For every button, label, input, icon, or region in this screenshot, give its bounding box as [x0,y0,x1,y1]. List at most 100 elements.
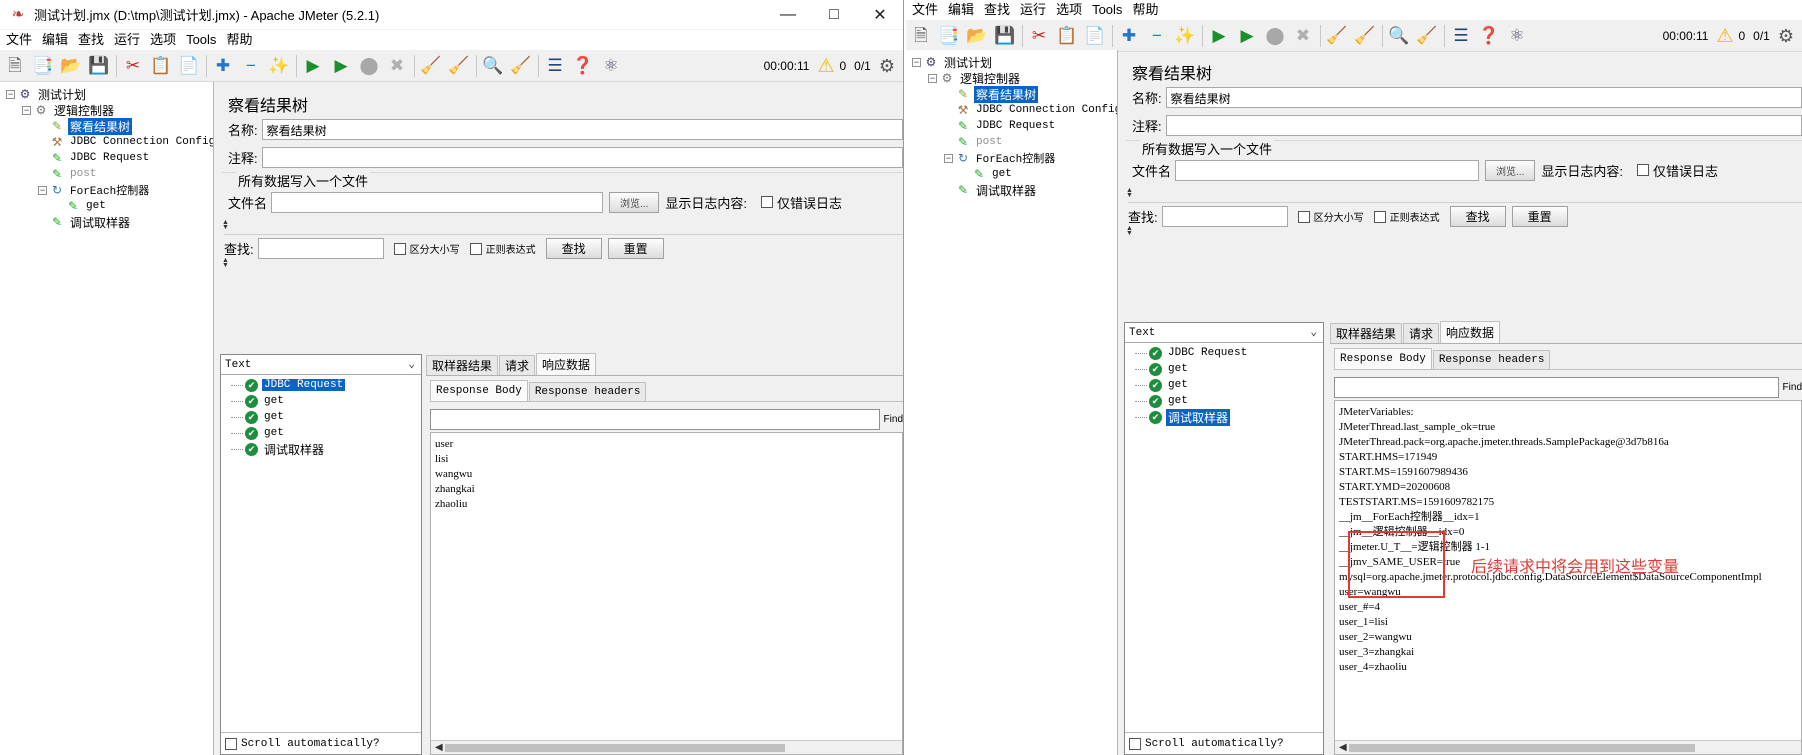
response-find-input[interactable] [430,408,880,430]
function-helper-icon[interactable]: ☰ [1450,25,1472,47]
splitter[interactable]: ▲ ▼ [1122,187,1802,199]
tree-toggle-icon[interactable]: − [928,73,937,83]
splitter-arrows-icon[interactable]: ▲ ▼ [1126,187,1133,199]
splitter-arrows-icon[interactable]: ▲ ▼ [222,257,229,269]
shutdown-icon[interactable]: ✖ [386,55,408,77]
tree-toggle-icon[interactable]: − [944,153,953,163]
browse-button[interactable]: 浏览... [609,191,660,213]
menu-item[interactable]: 帮助 [222,30,258,50]
tree-node[interactable]: ✎ JDBC Request [0,150,213,166]
errors-only-checkbox[interactable] [760,196,773,208]
menu-item[interactable]: 编辑 [944,0,980,20]
scroll-left-icon[interactable]: ◀ [435,741,443,754]
tree-node[interactable]: ⚒ JDBC Connection Configuration [906,102,1117,118]
sample-result-row[interactable]: ✔ get [221,425,421,441]
renderer-select[interactable]: Text ⌄ [221,355,421,375]
menu-item[interactable]: 查找 [980,0,1016,20]
sample-result-row[interactable]: ✔ get [1125,361,1323,377]
tree-node[interactable]: − ⚙ 逻辑控制器 [0,102,213,118]
scrollbar-thumb[interactable] [1349,744,1695,752]
tree-node[interactable]: − ⚙ 测试计划 [0,86,213,102]
sample-result-row[interactable]: ✔ get [1125,393,1323,409]
menu-item[interactable]: Tools [182,30,222,50]
response-body-text[interactable]: user lisi wangwu zhangkai zhaoliu ◀ [430,432,903,755]
response-find-button[interactable]: Find [884,414,903,425]
browse-button[interactable]: 浏览... [1485,159,1536,181]
start-icon[interactable]: ▶ [302,55,324,77]
search-button[interactable]: 查找 [1449,206,1506,227]
sample-result-row[interactable]: ✔ 调试取样器 [221,441,421,457]
new-icon[interactable]: 🗎 [910,25,932,47]
response-find-input[interactable] [1334,376,1779,398]
menu-item[interactable]: 选项 [1052,0,1088,20]
search-input[interactable] [1161,206,1288,227]
scroll-auto-checkbox[interactable] [1129,737,1141,750]
sample-result-row[interactable]: ✔ get [1125,377,1323,393]
collapse-icon[interactable]: − [240,55,262,77]
help-icon[interactable]: ❓ [1478,25,1500,47]
remote-icon[interactable]: ⚛ [1506,25,1528,47]
tree-node[interactable]: ✎ 调试取样器 [906,182,1117,198]
search-icon[interactable]: 🔍 [482,55,504,77]
renderer-select[interactable]: Text ⌄ [1125,323,1323,343]
save-icon[interactable]: 💾 [994,25,1016,47]
collapse-icon[interactable]: − [1146,25,1168,47]
response-subtab[interactable]: Response Body [1334,348,1432,369]
horizontal-scrollbar[interactable]: ◀ [431,740,902,754]
response-subtab[interactable]: Response Body [430,380,528,401]
case-sensitive-checkbox[interactable] [1297,210,1310,223]
comment-input[interactable] [261,146,903,168]
tree-node[interactable]: ✎ get [0,198,213,214]
result-tab[interactable]: 请求 [499,355,536,375]
save-icon[interactable]: 💾 [88,55,110,77]
menu-item[interactable]: 运行 [1016,0,1052,20]
chevron-down-icon[interactable]: ⌄ [408,357,415,371]
splitter[interactable]: ▲ ▼ [218,257,903,269]
result-tab[interactable]: 响应数据 [536,353,597,375]
shutdown-icon[interactable]: ✖ [1292,25,1314,47]
warning-icon[interactable]: ⚠ [1716,25,1733,48]
errors-only-checkbox[interactable] [1636,164,1649,176]
cut-icon[interactable]: ✂ [122,55,144,77]
paste-icon[interactable]: 📄 [1084,25,1106,47]
open-icon[interactable]: 📂 [966,25,988,47]
paste-icon[interactable]: 📄 [178,55,200,77]
menu-item[interactable]: 运行 [110,30,146,50]
templates-icon[interactable]: 📑 [938,25,960,47]
scroll-auto-checkbox[interactable] [225,737,237,750]
tree-node[interactable]: − ⚙ 逻辑控制器 [906,70,1117,86]
scrollbar-thumb[interactable] [445,744,785,752]
reset-search-icon[interactable]: 🧹 [510,55,532,77]
start-no-pause-icon[interactable]: ▶ [330,55,352,77]
splitter-arrows-icon[interactable]: ▲ ▼ [222,219,229,231]
tree-node[interactable]: ✎ 察看结果树 [906,85,1117,103]
splitter-arrows-icon[interactable]: ▲ ▼ [1126,225,1133,237]
start-icon[interactable]: ▶ [1208,25,1230,47]
clear-all-icon[interactable]: 🧹 [1354,25,1376,47]
tree-toggle-icon[interactable]: − [38,185,47,195]
menu-item[interactable]: 查找 [74,30,110,50]
clear-all-icon[interactable]: 🧹 [448,55,470,77]
remote-globe-icon[interactable]: ⚙ [879,56,895,77]
open-icon[interactable]: 📂 [60,55,82,77]
function-helper-icon[interactable]: ☰ [544,55,566,77]
tree-node[interactable]: ✎ post [906,134,1117,150]
start-no-pause-icon[interactable]: ▶ [1236,25,1258,47]
scroll-left-icon[interactable]: ◀ [1339,741,1347,754]
sample-result-row[interactable]: ✔ JDBC Request [221,377,421,393]
chevron-down-icon[interactable]: ⌄ [1310,325,1317,339]
sample-result-row[interactable]: ✔ 调试取样器 [1125,408,1323,426]
filename-input[interactable] [1175,159,1480,181]
toggle-icon[interactable]: ✨ [1174,25,1196,47]
menu-item[interactable]: Tools [1088,0,1128,20]
response-subtab[interactable]: Response headers [528,382,647,401]
clear-icon[interactable]: 🧹 [1326,25,1348,47]
splitter[interactable]: ▲ ▼ [1122,225,1802,237]
result-tab[interactable]: 取样器结果 [1330,323,1403,343]
tree-toggle-icon[interactable]: − [22,105,31,115]
minimize-icon[interactable]: — [765,0,811,30]
menu-item[interactable]: 文件 [908,0,944,20]
name-input[interactable]: 察看结果树 [261,118,903,140]
tree-node[interactable]: ✎ get [906,166,1117,182]
tree-toggle-icon[interactable]: − [6,89,15,99]
